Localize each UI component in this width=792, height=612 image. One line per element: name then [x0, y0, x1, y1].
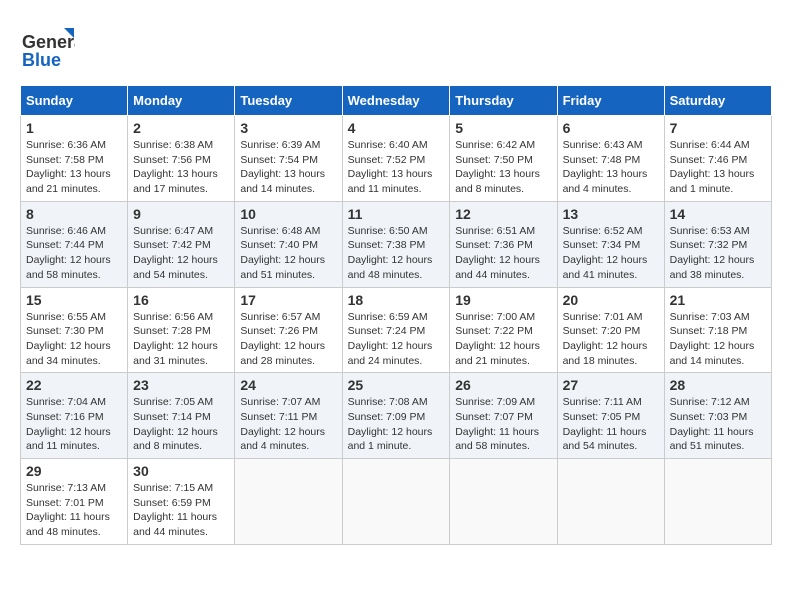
calendar-day-20: 20Sunrise: 7:01 AM Sunset: 7:20 PM Dayli…: [557, 287, 664, 373]
calendar-week-5: 29Sunrise: 7:13 AM Sunset: 7:01 PM Dayli…: [21, 459, 772, 545]
calendar-day-4: 4Sunrise: 6:40 AM Sunset: 7:52 PM Daylig…: [342, 116, 450, 202]
calendar-empty: [342, 459, 450, 545]
calendar-empty: [450, 459, 557, 545]
calendar-day-3: 3Sunrise: 6:39 AM Sunset: 7:54 PM Daylig…: [235, 116, 342, 202]
calendar-day-6: 6Sunrise: 6:43 AM Sunset: 7:48 PM Daylig…: [557, 116, 664, 202]
header-monday: Monday: [128, 86, 235, 116]
calendar-day-9: 9Sunrise: 6:47 AM Sunset: 7:42 PM Daylig…: [128, 201, 235, 287]
header-tuesday: Tuesday: [235, 86, 342, 116]
calendar-day-23: 23Sunrise: 7:05 AM Sunset: 7:14 PM Dayli…: [128, 373, 235, 459]
header-friday: Friday: [557, 86, 664, 116]
calendar-empty: [664, 459, 771, 545]
calendar-day-30: 30Sunrise: 7:15 AM Sunset: 6:59 PM Dayli…: [128, 459, 235, 545]
calendar-day-19: 19Sunrise: 7:00 AM Sunset: 7:22 PM Dayli…: [450, 287, 557, 373]
calendar-day-7: 7Sunrise: 6:44 AM Sunset: 7:46 PM Daylig…: [664, 116, 771, 202]
calendar-day-11: 11Sunrise: 6:50 AM Sunset: 7:38 PM Dayli…: [342, 201, 450, 287]
calendar-day-24: 24Sunrise: 7:07 AM Sunset: 7:11 PM Dayli…: [235, 373, 342, 459]
calendar-day-16: 16Sunrise: 6:56 AM Sunset: 7:28 PM Dayli…: [128, 287, 235, 373]
calendar-day-18: 18Sunrise: 6:59 AM Sunset: 7:24 PM Dayli…: [342, 287, 450, 373]
calendar-day-2: 2Sunrise: 6:38 AM Sunset: 7:56 PM Daylig…: [128, 116, 235, 202]
calendar-day-13: 13Sunrise: 6:52 AM Sunset: 7:34 PM Dayli…: [557, 201, 664, 287]
calendar-day-17: 17Sunrise: 6:57 AM Sunset: 7:26 PM Dayli…: [235, 287, 342, 373]
calendar-day-15: 15Sunrise: 6:55 AM Sunset: 7:30 PM Dayli…: [21, 287, 128, 373]
header-thursday: Thursday: [450, 86, 557, 116]
header: General Blue: [20, 20, 772, 75]
calendar-day-8: 8Sunrise: 6:46 AM Sunset: 7:44 PM Daylig…: [21, 201, 128, 287]
calendar-day-21: 21Sunrise: 7:03 AM Sunset: 7:18 PM Dayli…: [664, 287, 771, 373]
calendar-day-27: 27Sunrise: 7:11 AM Sunset: 7:05 PM Dayli…: [557, 373, 664, 459]
calendar-week-4: 22Sunrise: 7:04 AM Sunset: 7:16 PM Dayli…: [21, 373, 772, 459]
logo: General Blue: [20, 20, 75, 75]
calendar-empty: [557, 459, 664, 545]
calendar-header-row: SundayMondayTuesdayWednesdayThursdayFrid…: [21, 86, 772, 116]
calendar-week-2: 8Sunrise: 6:46 AM Sunset: 7:44 PM Daylig…: [21, 201, 772, 287]
calendar-week-1: 1Sunrise: 6:36 AM Sunset: 7:58 PM Daylig…: [21, 116, 772, 202]
calendar-table: SundayMondayTuesdayWednesdayThursdayFrid…: [20, 85, 772, 545]
calendar-day-28: 28Sunrise: 7:12 AM Sunset: 7:03 PM Dayli…: [664, 373, 771, 459]
logo-icon: General Blue: [20, 20, 75, 75]
calendar-day-10: 10Sunrise: 6:48 AM Sunset: 7:40 PM Dayli…: [235, 201, 342, 287]
calendar-day-1: 1Sunrise: 6:36 AM Sunset: 7:58 PM Daylig…: [21, 116, 128, 202]
calendar-day-14: 14Sunrise: 6:53 AM Sunset: 7:32 PM Dayli…: [664, 201, 771, 287]
calendar-day-29: 29Sunrise: 7:13 AM Sunset: 7:01 PM Dayli…: [21, 459, 128, 545]
header-saturday: Saturday: [664, 86, 771, 116]
calendar-day-22: 22Sunrise: 7:04 AM Sunset: 7:16 PM Dayli…: [21, 373, 128, 459]
calendar-day-25: 25Sunrise: 7:08 AM Sunset: 7:09 PM Dayli…: [342, 373, 450, 459]
calendar-week-3: 15Sunrise: 6:55 AM Sunset: 7:30 PM Dayli…: [21, 287, 772, 373]
svg-text:General: General: [22, 32, 75, 52]
calendar-empty: [235, 459, 342, 545]
calendar-day-5: 5Sunrise: 6:42 AM Sunset: 7:50 PM Daylig…: [450, 116, 557, 202]
calendar-day-12: 12Sunrise: 6:51 AM Sunset: 7:36 PM Dayli…: [450, 201, 557, 287]
header-sunday: Sunday: [21, 86, 128, 116]
calendar-day-26: 26Sunrise: 7:09 AM Sunset: 7:07 PM Dayli…: [450, 373, 557, 459]
svg-text:Blue: Blue: [22, 50, 61, 70]
header-wednesday: Wednesday: [342, 86, 450, 116]
